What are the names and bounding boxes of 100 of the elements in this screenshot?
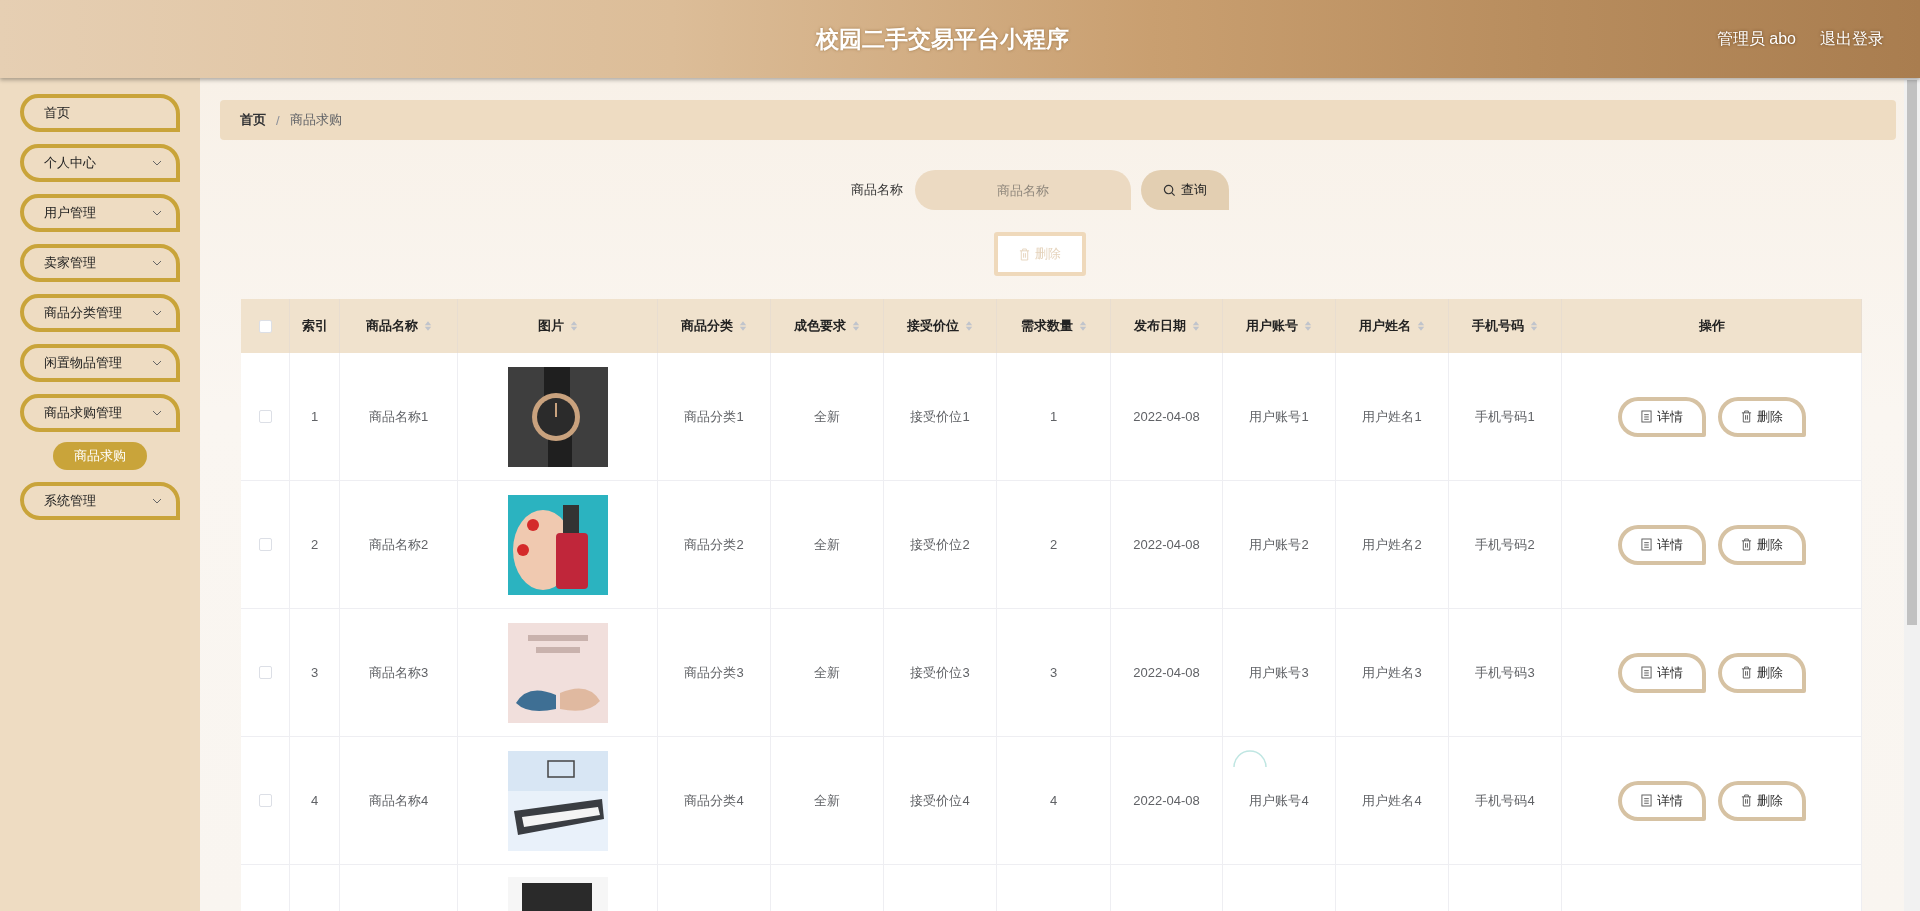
- sidebar-item[interactable]: 系统管理: [20, 482, 180, 520]
- table-cell: 全新: [814, 535, 840, 554]
- row-checkbox[interactable]: [258, 794, 272, 807]
- table-cell: 2022-04-08: [1133, 793, 1200, 808]
- breadcrumb-item: 商品求购: [289, 111, 342, 129]
- sidebar-item[interactable]: 首页: [20, 94, 180, 132]
- table-cell: 用户姓名3: [1362, 663, 1422, 682]
- loading-spinner: [1232, 750, 1268, 768]
- column-header[interactable]: 图片: [458, 299, 658, 353]
- row-checkbox[interactable]: [258, 538, 272, 551]
- trash-icon: [1740, 410, 1752, 423]
- delete-row-button[interactable]: 删除: [1717, 396, 1806, 437]
- document-icon: [1640, 794, 1652, 807]
- table-cell: 1: [1049, 409, 1058, 424]
- chevron-down-icon: [152, 410, 162, 416]
- chevron-down-icon: [152, 498, 162, 504]
- admin-user-label: 管理员 abo: [1716, 28, 1796, 49]
- column-header[interactable]: 发布日期: [1111, 299, 1223, 353]
- table-cell: 4: [310, 793, 319, 808]
- column-header[interactable]: 需求数量: [997, 299, 1111, 353]
- row-checkbox[interactable]: [258, 410, 272, 423]
- sort-icon: [965, 320, 973, 332]
- table-cell: 用户账号1: [1249, 407, 1309, 426]
- table-cell: 接受价位4: [910, 791, 970, 810]
- column-header[interactable]: 成色要求: [771, 299, 884, 353]
- sort-icon: [569, 320, 578, 332]
- details-button[interactable]: 详情: [1617, 396, 1706, 437]
- table-cell: 3: [1049, 665, 1058, 680]
- column-header[interactable]: 接受价位: [884, 299, 997, 353]
- table-cell: 用户账号3: [1249, 663, 1309, 682]
- app-title: 校园二手交易平台小程序: [815, 24, 1069, 54]
- document-icon: [1640, 666, 1652, 679]
- sort-icon: [852, 320, 860, 332]
- column-header[interactable]: 商品名称: [340, 299, 458, 353]
- table-cell: 商品分类4: [684, 791, 744, 810]
- table-cell: 2022-04-08: [1133, 409, 1200, 424]
- search-button[interactable]: 查询: [1141, 170, 1229, 210]
- table-cell: 2: [310, 537, 319, 552]
- trash-icon: [1740, 794, 1752, 807]
- details-button[interactable]: 详情: [1617, 780, 1706, 821]
- sidebar-item[interactable]: 卖家管理: [20, 244, 180, 282]
- select-all-checkbox[interactable]: [258, 319, 272, 333]
- table-cell: 商品分类1: [684, 407, 744, 426]
- sort-icon: [1078, 320, 1087, 332]
- sidebar-item[interactable]: 个人中心: [20, 144, 180, 182]
- delete-row-button[interactable]: 删除: [1717, 780, 1806, 821]
- sort-icon: [1530, 320, 1538, 332]
- search-field[interactable]: 商品名称: [915, 170, 1131, 210]
- trash-icon: [1019, 247, 1030, 261]
- details-button[interactable]: 详情: [1617, 524, 1706, 565]
- table-cell: 用户账号4: [1249, 791, 1309, 810]
- document-icon: [1640, 538, 1652, 551]
- table-cell: 商品分类3: [684, 663, 744, 682]
- table-cell: 商品名称2: [368, 535, 429, 554]
- column-header[interactable]: 手机号码: [1449, 299, 1562, 353]
- table-cell: 手机号码2: [1475, 535, 1535, 554]
- column-header[interactable]: 用户账号: [1223, 299, 1336, 353]
- sort-icon: [1417, 320, 1425, 332]
- logout-link[interactable]: 退出登录: [1820, 28, 1884, 50]
- sort-icon: [423, 320, 432, 332]
- delete-row-button[interactable]: 删除: [1717, 524, 1806, 565]
- breadcrumb-item[interactable]: 首页: [240, 111, 266, 129]
- table-cell: 2022-04-08: [1133, 665, 1200, 680]
- sidebar-item[interactable]: 商品求购管理: [20, 394, 180, 432]
- table-cell: 商品名称3: [368, 663, 429, 682]
- sidebar-item[interactable]: 用户管理: [20, 194, 180, 232]
- table-cell: 商品分类2: [684, 535, 744, 554]
- search-label: 商品名称: [851, 181, 903, 199]
- chevron-down-icon: [152, 260, 162, 266]
- table-cell: 全新: [814, 791, 840, 810]
- details-button[interactable]: 详情: [1617, 652, 1706, 693]
- sort-icon: [1191, 320, 1200, 332]
- sidebar-item[interactable]: 商品分类管理: [20, 294, 180, 332]
- table-cell: 手机号码3: [1475, 663, 1535, 682]
- table-cell: 1: [310, 409, 319, 424]
- chevron-down-icon: [152, 310, 162, 316]
- chevron-down-icon: [152, 360, 162, 366]
- sidebar-item[interactable]: 闲置物品管理: [20, 344, 180, 382]
- table-cell: 用户账号2: [1249, 535, 1309, 554]
- table-cell: 商品名称4: [368, 791, 429, 810]
- column-header[interactable]: 操作: [1562, 299, 1862, 353]
- table-cell: 2: [1049, 537, 1058, 552]
- delete-row-button[interactable]: 删除: [1717, 652, 1806, 693]
- table-cell: 全新: [814, 663, 840, 682]
- column-header[interactable]: 用户姓名: [1336, 299, 1449, 353]
- column-header[interactable]: 商品分类: [658, 299, 771, 353]
- sort-icon: [739, 320, 747, 332]
- document-icon: [1640, 410, 1652, 423]
- breadcrumb-separator: /: [276, 112, 280, 128]
- chevron-down-icon: [152, 160, 162, 166]
- table-cell: 全新: [814, 407, 840, 426]
- trash-icon: [1740, 666, 1752, 679]
- search-icon: [1163, 183, 1176, 197]
- table-cell: 用户姓名4: [1362, 791, 1422, 810]
- column-header[interactable]: 索引: [290, 299, 340, 353]
- table-cell: 用户姓名1: [1362, 407, 1422, 426]
- table-cell: 接受价位2: [910, 535, 970, 554]
- trash-icon: [1740, 538, 1752, 551]
- table-cell: 3: [310, 665, 319, 680]
- row-checkbox[interactable]: [258, 666, 272, 679]
